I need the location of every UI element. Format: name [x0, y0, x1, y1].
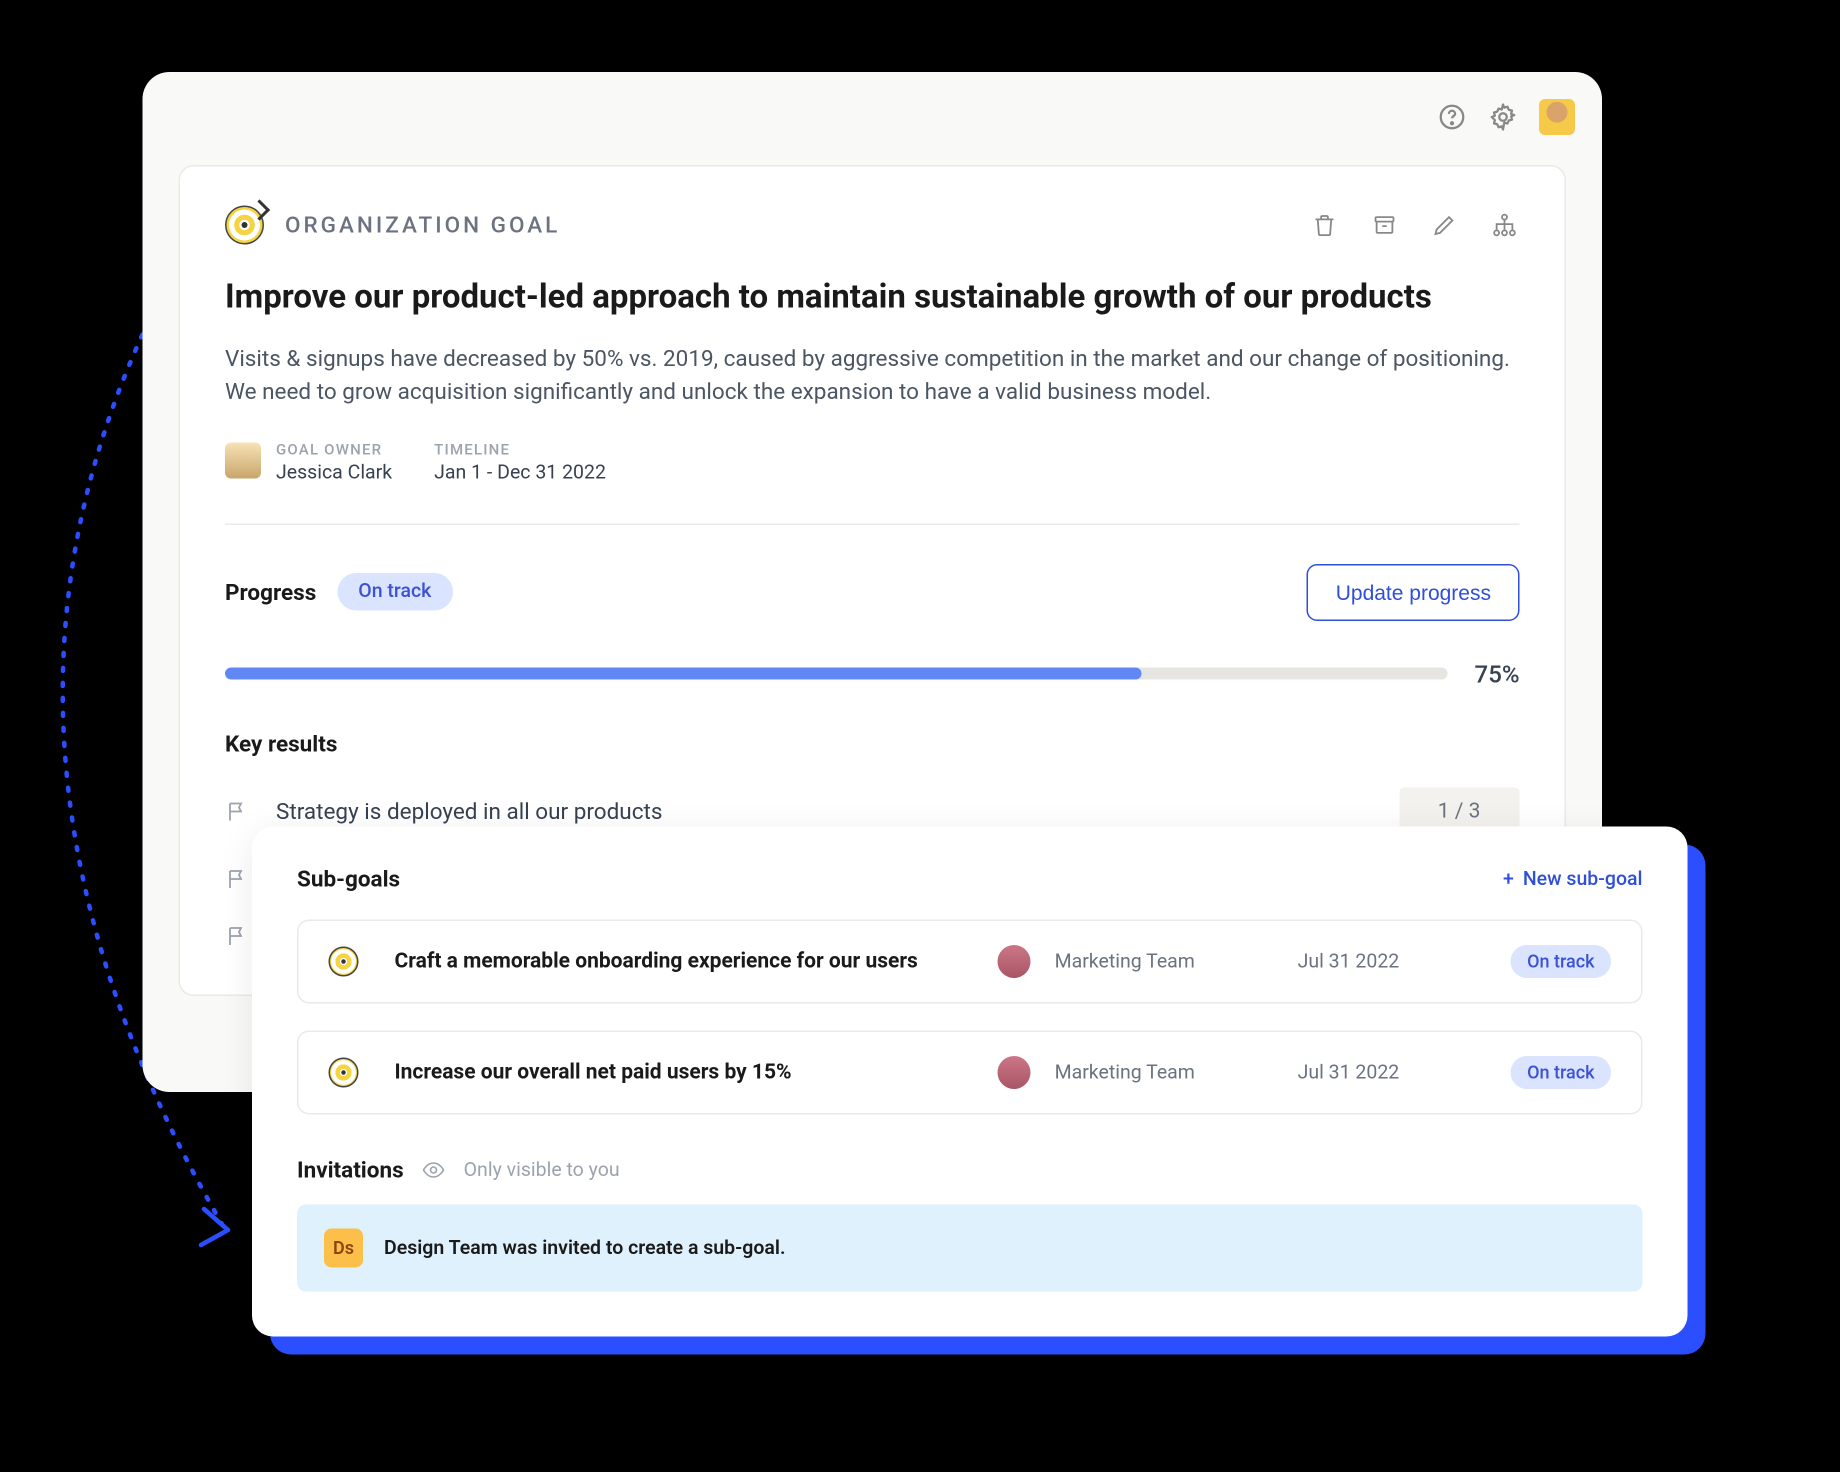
owner-label: GOAL OWNER	[276, 442, 392, 459]
edit-icon[interactable]	[1430, 210, 1460, 240]
team-avatar	[998, 1056, 1031, 1089]
update-progress-button[interactable]: Update progress	[1307, 563, 1519, 620]
subgoal-title: Craft a memorable onboarding experience …	[395, 950, 980, 974]
team-badge: Ds	[324, 1229, 363, 1268]
settings-icon[interactable]	[1488, 102, 1518, 132]
subgoal-status-pill: On track	[1511, 1056, 1611, 1089]
progress-heading: Progress	[225, 578, 316, 605]
timeline-label: TIMELINE	[434, 442, 606, 459]
delete-icon[interactable]	[1310, 210, 1340, 240]
goal-title: Improve our product-led approach to main…	[225, 278, 1520, 321]
key-result-text: Strategy is deployed in all our products	[276, 797, 1372, 824]
plus-icon: +	[1503, 868, 1514, 891]
team-avatar	[998, 945, 1031, 978]
goal-description: Visits & signups have decreased by 50% v…	[225, 341, 1520, 409]
subgoal-row[interactable]: Craft a memorable onboarding experience …	[297, 920, 1643, 1004]
progress-bar-fill	[225, 668, 1142, 680]
hierarchy-icon[interactable]	[1490, 210, 1520, 240]
eye-icon	[422, 1158, 446, 1182]
progress-percent: 75%	[1475, 659, 1520, 688]
goal-target-icon	[329, 1058, 359, 1088]
subgoals-panel: Sub-goals + New sub-goal Craft a memorab…	[252, 827, 1688, 1337]
invitations-heading: Invitations	[297, 1157, 404, 1184]
subgoal-title: Increase our overall net paid users by 1…	[395, 1061, 980, 1085]
subgoals-heading: Sub-goals	[297, 866, 400, 893]
team-name: Marketing Team	[1055, 950, 1280, 973]
archive-icon[interactable]	[1370, 210, 1400, 240]
timeline-value: Jan 1 - Dec 31 2022	[434, 461, 606, 484]
new-subgoal-button[interactable]: + New sub-goal	[1503, 868, 1643, 891]
goal-target-icon	[225, 206, 264, 245]
subgoal-row[interactable]: Increase our overall net paid users by 1…	[297, 1031, 1643, 1115]
goal-target-icon	[329, 947, 359, 977]
user-avatar[interactable]	[1539, 99, 1575, 135]
invitation-banner: Ds Design Team was invited to create a s…	[297, 1205, 1643, 1292]
subgoal-date: Jul 31 2022	[1298, 950, 1493, 973]
owner-name: Jessica Clark	[276, 461, 392, 484]
goal-type-label: ORGANIZATION GOAL	[285, 212, 560, 239]
subgoal-date: Jul 31 2022	[1298, 1061, 1493, 1084]
invitation-text: Design Team was invited to create a sub-…	[384, 1237, 786, 1260]
progress-status-pill: On track	[337, 573, 452, 611]
invitations-hint: Only visible to you	[464, 1159, 620, 1182]
flag-icon	[225, 866, 249, 890]
flag-icon	[225, 923, 249, 947]
flag-icon	[225, 799, 249, 823]
help-icon[interactable]	[1437, 102, 1467, 132]
progress-bar	[225, 668, 1448, 680]
owner-avatar	[225, 442, 261, 478]
subgoal-status-pill: On track	[1511, 945, 1611, 978]
key-results-heading: Key results	[225, 730, 1520, 757]
team-name: Marketing Team	[1055, 1061, 1280, 1084]
